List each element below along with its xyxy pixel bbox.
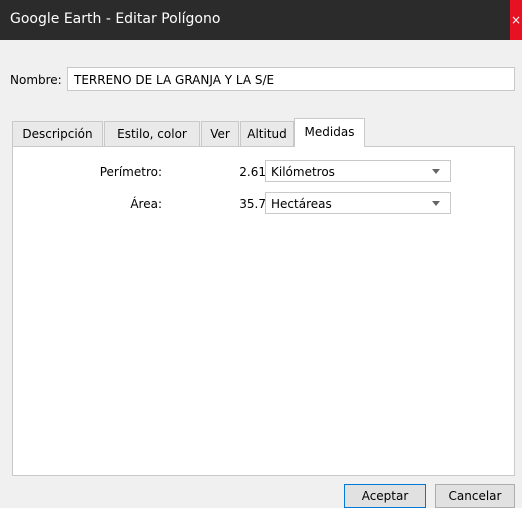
perimeter-unit-select[interactable]: Kilómetros: [265, 160, 451, 182]
area-unit-select[interactable]: Hectáreas: [265, 192, 451, 214]
tab-descripcion[interactable]: Descripción: [12, 121, 103, 146]
name-label: Nombre:: [10, 73, 62, 87]
tab-estilo-color[interactable]: Estilo, color: [104, 121, 200, 146]
window-title: Google Earth - Editar Polígono: [10, 11, 221, 27]
tab-altitud[interactable]: Altitud: [240, 121, 294, 146]
area-value: 35.7: [239, 197, 266, 211]
perimeter-label: Perímetro:: [99, 165, 162, 179]
perimeter-value: 2.61: [239, 165, 266, 179]
area-label: Área:: [130, 197, 162, 211]
tab-ver[interactable]: Ver: [201, 121, 239, 146]
perimeter-unit-value: Kilómetros: [271, 165, 335, 179]
title-bar: Google Earth - Editar Polígono ×: [0, 0, 522, 40]
measures-panel: Perímetro: 2.61 Kilómetros Área: 35.7 He…: [12, 146, 515, 476]
chevron-down-icon: [432, 201, 440, 206]
accept-button[interactable]: Aceptar: [344, 484, 426, 508]
cancel-button[interactable]: Cancelar: [435, 484, 515, 508]
tab-medidas[interactable]: Medidas: [294, 118, 365, 147]
close-icon[interactable]: ×: [510, 0, 522, 40]
chevron-down-icon: [432, 169, 440, 174]
name-input[interactable]: TERRENO DE LA GRANJA Y LA S/E: [67, 67, 515, 91]
area-unit-value: Hectáreas: [271, 197, 332, 211]
